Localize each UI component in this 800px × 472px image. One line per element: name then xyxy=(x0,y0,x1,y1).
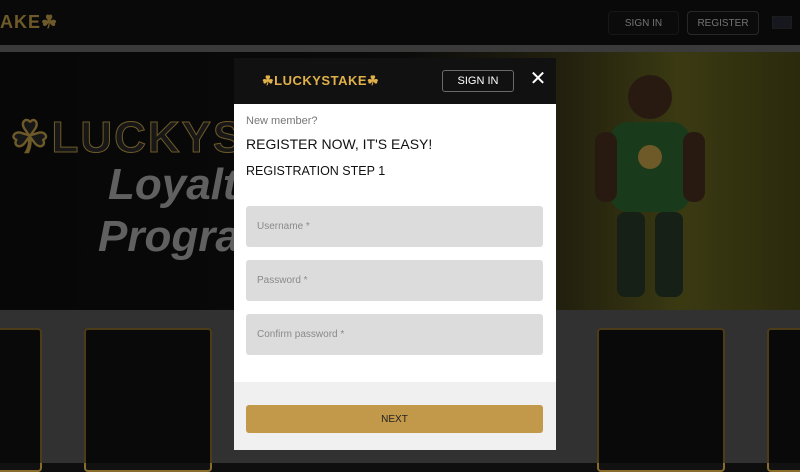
modal-footer: NEXT xyxy=(234,382,556,450)
modal-header: ☘LUCKYSTAKE☘ SIGN IN ✕ xyxy=(234,58,556,104)
new-member-label: New member? xyxy=(246,115,318,127)
confirm-password-field[interactable] xyxy=(246,314,543,355)
modal-logo: ☘LUCKYSTAKE☘ xyxy=(262,73,379,89)
next-button[interactable]: NEXT xyxy=(246,405,543,433)
password-field[interactable] xyxy=(246,260,543,301)
username-field[interactable] xyxy=(246,206,543,247)
registration-modal: ☘LUCKYSTAKE☘ SIGN IN ✕ New member? REGIS… xyxy=(234,58,556,450)
close-icon[interactable]: ✕ xyxy=(528,66,548,90)
clover-icon: ☘ xyxy=(262,73,275,88)
registration-step-label: REGISTRATION STEP 1 xyxy=(246,164,386,178)
modal-signin-button[interactable]: SIGN IN xyxy=(442,70,514,92)
modal-logo-text: LUCKYSTAKE xyxy=(274,73,368,88)
register-heading: REGISTER NOW, IT'S EASY! xyxy=(246,136,433,152)
clover-icon: ☘ xyxy=(367,73,380,88)
